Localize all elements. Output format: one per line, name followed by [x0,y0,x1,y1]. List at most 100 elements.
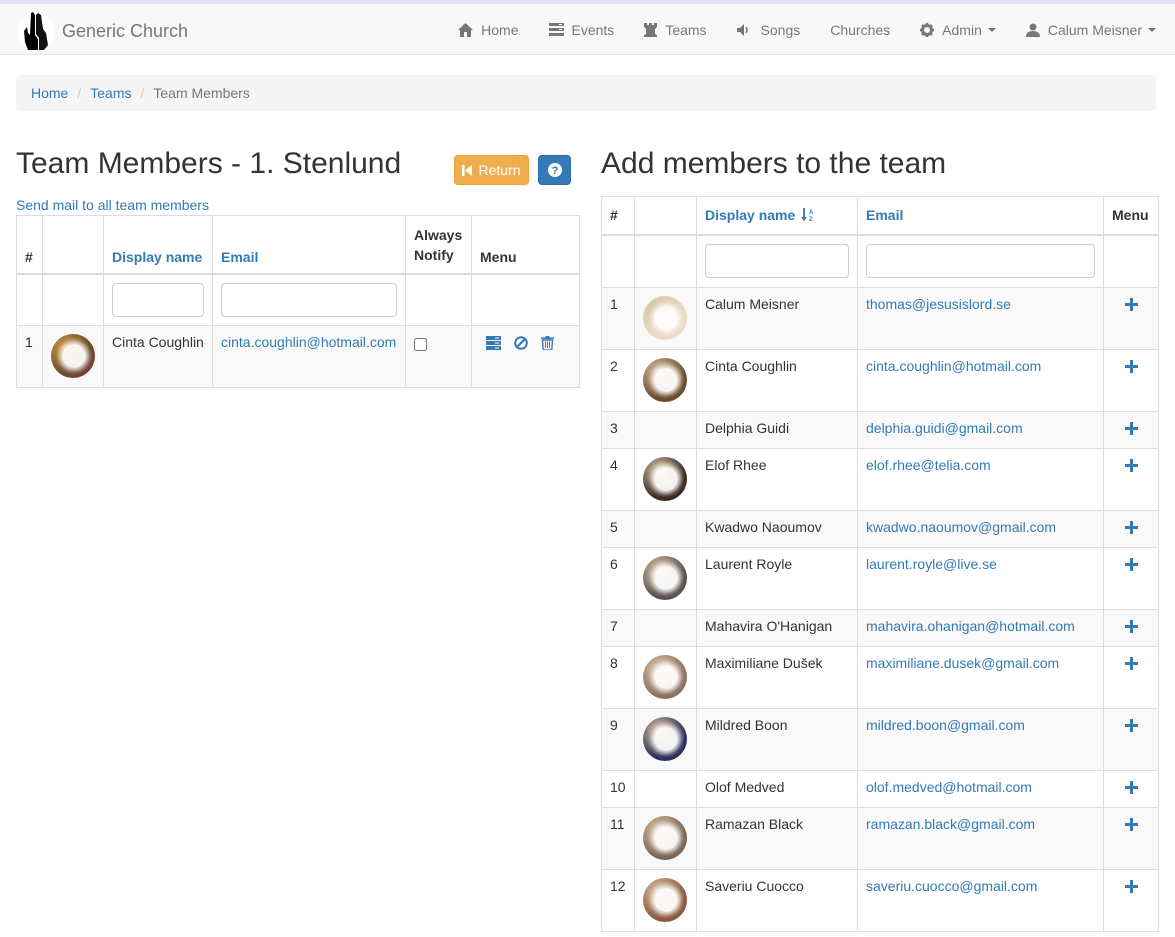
nav-events-label: Events [571,21,615,38]
row-email-link[interactable]: kwadwo.naoumov@gmail.com [866,519,1056,535]
main-nav: Home Events Teams Songs Churches Admin C… [443,4,1175,55]
filter-display-name-input[interactable] [112,282,204,317]
plus-icon[interactable] [1124,657,1138,670]
row-email-cell: elof.rhee@telia.com [857,448,1104,511]
plus-icon[interactable] [1124,298,1138,311]
gear-icon [920,22,935,37]
filter-cell [471,273,580,326]
nav-user-dropdown[interactable]: Calum Meisner [1011,4,1175,55]
nav-teams[interactable]: Teams [629,4,721,55]
plus-icon[interactable] [1124,558,1138,571]
col-email[interactable]: Email [212,215,406,275]
row-email-link[interactable]: ramazan.black@gmail.com [866,816,1035,832]
row-display-name: Cinta Coughlin [696,349,858,412]
svg-text:?: ? [551,165,558,177]
row-num: 6 [601,547,635,610]
always-notify-checkbox[interactable] [414,338,427,351]
avatar-cell [634,349,697,412]
breadcrumb-current: Team Members [153,85,250,101]
row-email-cell: olof.medved@hotmail.com [857,770,1104,808]
col-display-name[interactable]: Display name AZ [696,196,858,236]
avatar-cell [42,325,104,388]
nav-admin-dropdown[interactable]: Admin [905,4,1011,55]
row-email-link[interactable]: thomas@jesusislord.se [866,296,1011,312]
sort-email[interactable]: Email [866,207,903,223]
plus-icon[interactable] [1124,880,1138,893]
plus-icon[interactable] [1124,620,1138,633]
nav-songs[interactable]: Songs [722,4,816,55]
plus-icon[interactable] [1124,781,1138,794]
add-cell [1103,448,1159,511]
avatar-cell [634,609,697,647]
step-backward-icon [462,164,473,176]
row-num: 9 [601,708,635,771]
row-email-link[interactable]: olof.medved@hotmail.com [866,779,1032,795]
add-cell [1103,609,1159,647]
row-num: 11 [601,807,635,870]
filter-email-input[interactable] [221,282,397,317]
add-members-table: # Display name AZ Email Menu 1 Calum Meis… [601,196,1159,932]
nav-events[interactable]: Events [534,4,630,55]
nav-churches-label: Churches [830,21,891,38]
plus-icon[interactable] [1124,521,1138,534]
team-members-table: # Display name Email Always Notify Menu 1… [16,215,580,388]
menu-cell [471,325,580,388]
row-email-link[interactable]: cinta.coughlin@hotmail.com [221,334,396,350]
plus-icon[interactable] [1124,459,1138,472]
row-display-name: Calum Meisner [696,287,858,350]
row-email-link[interactable]: saveriu.cuocco@gmail.com [866,878,1037,894]
help-button[interactable]: ? [538,155,571,185]
tasks-icon[interactable] [486,336,501,350]
table-row: 6 Laurent Royle laurent.royle@live.se [601,547,1159,610]
plus-icon[interactable] [1124,818,1138,831]
plus-icon[interactable] [1124,422,1138,435]
row-email-link[interactable]: mahavira.ohanigan@hotmail.com [866,618,1075,634]
breadcrumb-home[interactable]: Home [31,85,68,101]
avatar [643,816,687,860]
filter-cell [42,273,104,326]
chevron-down-icon [987,27,996,32]
plus-icon[interactable] [1124,719,1138,732]
avatar-cell [634,807,697,870]
trash-icon[interactable] [541,336,554,350]
row-email-link[interactable]: delphia.guidi@gmail.com [866,420,1023,436]
sort-display-name[interactable]: Display name [705,207,795,223]
navbar: Generic Church Home Events Teams Songs C… [0,0,1175,55]
row-num: 2 [601,349,635,412]
return-button[interactable]: Return [454,155,529,185]
row-num: 12 [601,869,635,932]
avatar-cell [634,510,697,548]
col-notify-line2: Notify [414,246,454,263]
table-row: 7 Mahavira O'Hanigan mahavira.ohanigan@hot… [601,609,1159,647]
avatar [643,655,687,699]
plus-icon[interactable] [1124,360,1138,373]
nav-admin-label: Admin [942,21,982,38]
nav-churches[interactable]: Churches [815,4,905,55]
table-row: 10 Olof Medved olof.medved@hotmail.com [601,770,1159,808]
row-email-cell: ramazan.black@gmail.com [857,807,1104,870]
table-row: 1 Calum Meisner thomas@jesusislord.se [601,287,1159,350]
row-email-link[interactable]: elof.rhee@telia.com [866,457,991,473]
filter-email-input[interactable] [866,243,1095,278]
filter-cell [405,273,472,326]
breadcrumb-separator: / [77,85,82,101]
brand[interactable]: Generic Church [16,8,188,54]
nav-home-label: Home [481,21,519,38]
col-display-name[interactable]: Display name [103,215,213,275]
row-email-cell: saveriu.cuocco@gmail.com [857,869,1104,932]
row-email-link[interactable]: maximiliane.dusek@gmail.com [866,655,1059,671]
row-email-link[interactable]: cinta.coughlin@hotmail.com [866,358,1041,374]
row-email-link[interactable]: laurent.royle@live.se [866,556,997,572]
breadcrumb-teams[interactable]: Teams [90,85,131,101]
send-mail-link[interactable]: Send mail to all team members [16,197,209,213]
avatar [643,878,687,922]
breadcrumb: Home / Teams / Team Members [16,75,1156,111]
sort-email[interactable]: Email [221,249,258,265]
nav-home[interactable]: Home [443,4,533,55]
sort-display-name[interactable]: Display name [112,249,202,265]
row-email-link[interactable]: mildred.boon@gmail.com [866,717,1025,733]
row-email-cell: laurent.royle@live.se [857,547,1104,610]
ban-icon[interactable] [514,336,528,350]
filter-display-name-input[interactable] [705,243,849,278]
col-email[interactable]: Email [857,196,1104,236]
